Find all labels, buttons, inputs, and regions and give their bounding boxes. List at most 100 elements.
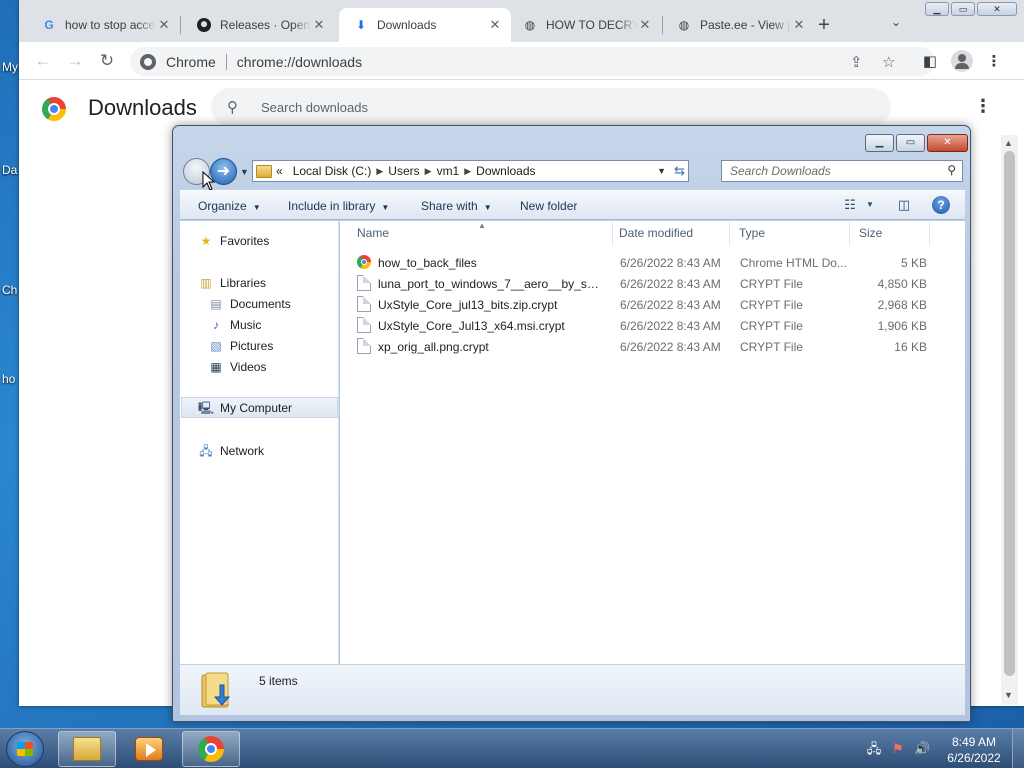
close-tab-icon[interactable]: ✕ [311,17,327,33]
share-with-button[interactable]: Share with ▼ [421,199,492,213]
address-bar[interactable]: « Local Disk (C:) ▶ Users ▶ vm1 ▶ Downlo… [252,160,689,182]
start-button[interactable] [6,731,44,767]
maximize-button[interactable]: ▭ [951,2,975,16]
page-scrollbar[interactable]: ▲ ▼ [1001,135,1018,705]
tab-google-search[interactable]: G how to stop acce ✕ [27,8,180,42]
address-bar[interactable]: Chrome chrome://downloads [130,47,935,76]
tab-releases[interactable]: Releases · Open- ✕ [182,8,335,42]
desktop-icon-label[interactable]: My [2,60,18,74]
folder-icon [256,164,272,178]
close-tab-icon[interactable]: ✕ [791,17,807,33]
file-type: CRYPT File [740,340,803,354]
search-downloads-input[interactable] [261,99,761,115]
new-folder-button[interactable]: New folder [520,199,577,213]
profile-avatar-icon[interactable] [951,50,973,72]
clock-time: 8:49 AM [951,735,997,749]
breadcrumb-overflow[interactable]: « [276,164,283,178]
explorer-search[interactable]: ⚲ [721,160,963,182]
desktop-icon-label[interactable]: Da [2,163,17,177]
tab-paste-ee[interactable]: ◍ Paste.ee - View p ✕ [662,8,815,42]
address-dropdown-icon[interactable]: ▼ [657,166,666,176]
libraries-icon: ▥ [200,275,212,290]
window-controls: ▁ ▭ ✕ [925,2,1019,16]
include-in-library-button[interactable]: Include in library ▼ [288,199,389,213]
tab-label: HOW TO DECRYP [546,18,637,32]
omnibox-url[interactable]: chrome://downloads [237,54,362,70]
close-window-button[interactable]: ✕ [977,2,1017,16]
side-panel-icon[interactable]: ◧ [919,51,941,73]
close-tab-icon[interactable]: ✕ [487,17,503,33]
file-row[interactable]: UxStyle_Core_jul13_bits.zip.crypt 6/26/2… [357,294,947,315]
taskbar: 🖧 ⚑ 🔊 8:49 AM 6/26/2022 [0,728,1024,768]
organize-button[interactable]: Organize ▼ [198,199,261,213]
share-icon[interactable]: ⇪ [850,53,863,71]
nav-favorites[interactable]: ★ Favorites [198,230,355,251]
documents-icon: ▤ [210,296,222,311]
close-window-button[interactable]: ✕ [927,134,968,152]
help-icon[interactable]: ? [932,196,950,214]
view-options-icon[interactable]: ☷ [841,197,859,213]
file-row[interactable]: UxStyle_Core_Jul13_x64.msi.crypt 6/26/20… [357,315,947,336]
desktop-icon-label[interactable]: ho [2,372,15,386]
nav-label: Network [220,443,265,458]
omnibox-origin: Chrome [166,53,216,70]
chrome-menu-icon[interactable]: ⋮ [983,51,1005,73]
view-dropdown-icon[interactable]: ▼ [861,197,879,213]
column-header-date-modified[interactable]: Date modified [610,221,730,246]
show-desktop-button[interactable] [1012,729,1024,768]
close-tab-icon[interactable]: ✕ [156,17,172,33]
file-size: 4,850 KB [877,277,927,291]
breadcrumb-vm1[interactable]: vm1 [437,164,460,178]
tab-search-chevron-icon[interactable]: ⌄ [891,15,901,29]
share-with-label: Share with [421,199,478,213]
search-downloads-field[interactable] [730,164,935,178]
breadcrumb-local-disk[interactable]: Local Disk (C:) [293,164,372,178]
volume-icon[interactable]: 🔊 [914,741,930,757]
downloads-search[interactable]: ⚲ [211,88,891,126]
file-row[interactable]: xp_orig_all.png.crypt 6/26/2022 8:43 AM … [357,336,947,357]
tab-how-to-decrypt[interactable]: ◍ HOW TO DECRYP ✕ [508,8,661,42]
preview-pane-icon[interactable]: ◫ [895,197,913,213]
desktop-icon-label[interactable]: Ch [2,283,17,297]
column-header-type[interactable]: Type [730,221,850,246]
file-row[interactable]: luna_port_to_windows_7__aero__by_satu...… [357,273,947,294]
close-tab-icon[interactable]: ✕ [637,17,653,33]
column-header-size[interactable]: Size [850,221,930,246]
taskbar-chrome[interactable] [182,731,240,767]
column-header-name[interactable]: Name [348,221,613,246]
downloads-menu-icon[interactable]: ⋮ [974,96,992,117]
breadcrumb-arrow-icon[interactable]: ▶ [464,166,471,177]
breadcrumb-arrow-icon[interactable]: ▶ [425,166,432,177]
scrollbar-thumb[interactable] [1004,151,1015,676]
recent-pages-dropdown-icon[interactable]: ▼ [240,167,249,177]
minimize-button[interactable]: ▁ [865,134,894,152]
scroll-down-icon[interactable]: ▼ [1004,690,1013,700]
reload-icon[interactable]: ↻ [95,50,119,74]
breadcrumb-arrow-icon[interactable]: ▶ [376,166,383,177]
search-icon[interactable]: ⚲ [947,163,956,177]
bookmark-star-icon[interactable]: ☆ [882,53,895,71]
file-row[interactable]: how_to_back_files 6/26/2022 8:43 AM Chro… [357,252,947,273]
back-arrow-icon[interactable]: ← [31,50,55,74]
downloads-header: Downloads ⚲ [19,81,1024,131]
chrome-site-icon[interactable] [140,53,156,70]
maximize-button[interactable]: ▭ [896,134,925,152]
new-tab-button[interactable]: + [812,13,836,37]
refresh-icon[interactable]: ⇆ [674,163,685,179]
nav-libraries[interactable]: ▥ Libraries [198,272,355,293]
taskbar-explorer[interactable] [58,731,116,767]
minimize-button[interactable]: ▁ [925,2,949,16]
forward-arrow-icon[interactable]: → [63,50,87,74]
breadcrumb-users[interactable]: Users [388,164,419,178]
nav-network[interactable]: 🖧 Network [198,440,355,461]
nav-my-computer[interactable]: 🖳 My Computer [181,397,338,418]
tab-downloads[interactable]: ⬇ Downloads ✕ [339,8,511,42]
clock[interactable]: 8:49 AM 6/26/2022 [944,734,1004,766]
file-size: 2,968 KB [877,298,927,312]
action-center-icon[interactable]: ⚑ [890,741,906,757]
new-folder-label: New folder [520,199,578,213]
taskbar-media-player[interactable] [120,731,178,767]
breadcrumb-downloads[interactable]: Downloads [476,164,535,178]
scroll-up-icon[interactable]: ▲ [1004,138,1013,148]
network-tray-icon[interactable]: 🖧 [866,741,882,757]
